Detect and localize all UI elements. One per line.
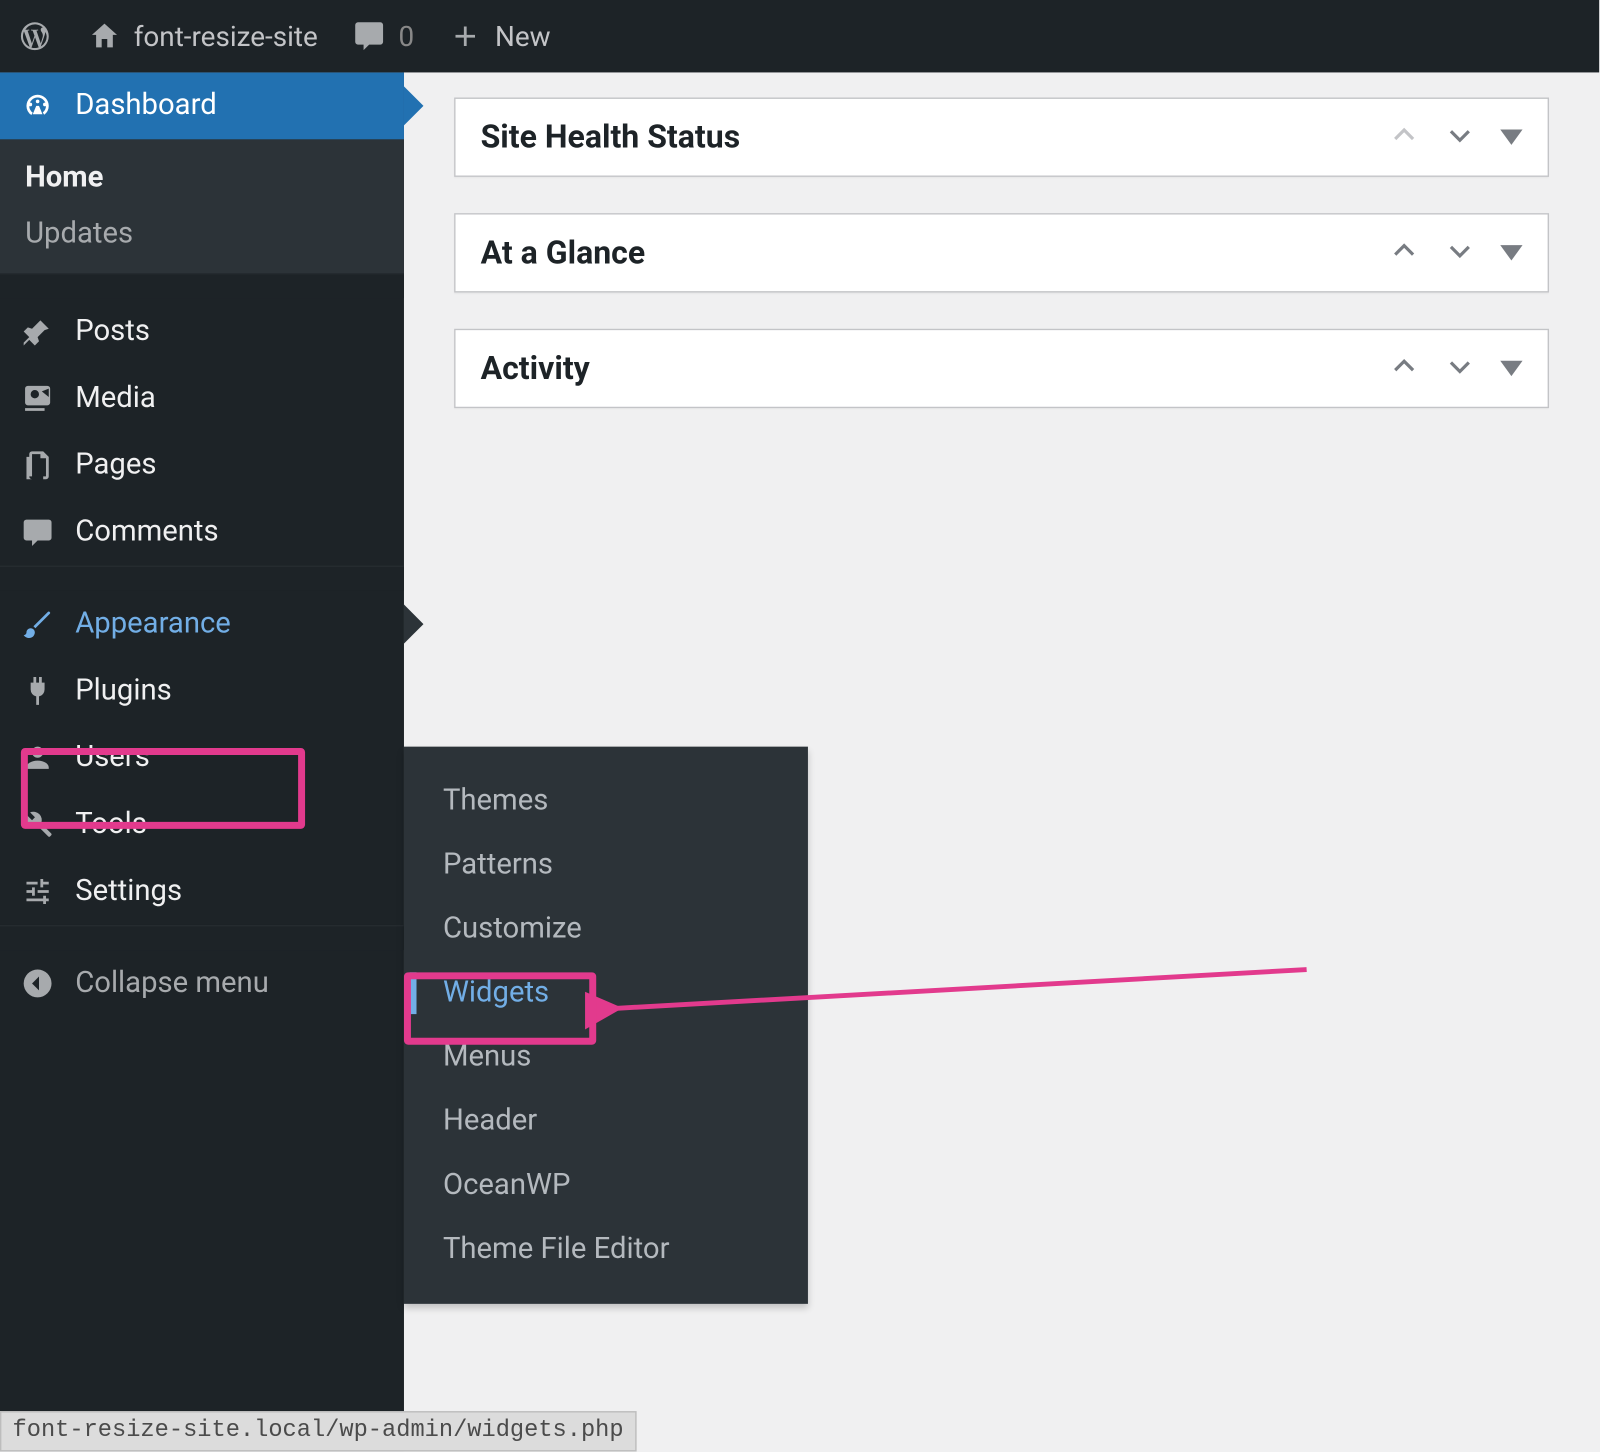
toggle-panel-button[interactable] — [1500, 361, 1522, 376]
flyout-themes[interactable]: Themes — [404, 769, 808, 833]
plugin-icon — [20, 674, 56, 707]
collapse-menu[interactable]: Collapse menu — [0, 950, 404, 1017]
comments-link[interactable]: 0 — [334, 0, 430, 72]
collapse-icon — [20, 967, 56, 1000]
brush-icon — [20, 607, 56, 640]
menu-separator — [0, 925, 404, 950]
flyout-widgets[interactable]: Widgets — [404, 961, 808, 1025]
menu-users[interactable]: Users — [0, 724, 404, 791]
submenu-updates[interactable]: Updates — [0, 206, 404, 262]
menu-label: Posts — [75, 315, 150, 348]
menu-label: Dashboard — [75, 89, 216, 122]
new-label: New — [495, 20, 551, 53]
menu-label: Comments — [75, 515, 218, 548]
current-arrow-icon — [404, 86, 424, 125]
wordpress-icon — [17, 20, 53, 53]
submenu-home[interactable]: Home — [0, 150, 404, 206]
move-up-button[interactable] — [1389, 350, 1420, 386]
flyout-patterns[interactable]: Patterns — [404, 833, 808, 897]
browser-status-bar: font-resize-site.local/wp-admin/widgets.… — [0, 1411, 636, 1451]
admin-bar: font-resize-site 0 New — [0, 0, 1599, 72]
home-icon — [86, 20, 122, 53]
menu-label: Appearance — [75, 607, 231, 640]
move-up-button[interactable] — [1389, 119, 1420, 155]
postbox-title: Site Health Status — [481, 118, 741, 156]
menu-label: Tools — [75, 808, 147, 841]
dashboard-submenu: Home Updates — [0, 139, 404, 273]
plus-icon — [448, 20, 484, 53]
site-link[interactable]: font-resize-site — [70, 0, 335, 72]
toggle-panel-button[interactable] — [1500, 130, 1522, 145]
flyout-header[interactable]: Header — [404, 1089, 808, 1153]
menu-appearance[interactable]: Appearance — [0, 591, 404, 658]
menu-label: Collapse menu — [75, 967, 269, 1000]
menu-label: Media — [75, 382, 156, 415]
comment-icon — [351, 20, 387, 53]
move-down-button[interactable] — [1445, 235, 1476, 271]
menu-label: Pages — [75, 449, 156, 482]
new-content[interactable]: New — [431, 0, 567, 72]
wrench-icon — [20, 808, 56, 841]
move-down-button[interactable] — [1445, 119, 1476, 155]
menu-comments[interactable]: Comments — [0, 499, 404, 566]
toggle-panel-button[interactable] — [1500, 245, 1522, 260]
flyout-label: Widgets — [443, 976, 549, 1009]
wp-logo[interactable] — [0, 0, 70, 72]
postbox-activity: Activity — [454, 329, 1549, 408]
menu-separator — [0, 566, 404, 591]
menu-label: Users — [75, 741, 150, 774]
menu-label: Settings — [75, 875, 182, 908]
pages-icon — [20, 449, 56, 482]
menu-media[interactable]: Media — [0, 365, 404, 432]
menu-label: Plugins — [75, 674, 171, 707]
postbox-at-a-glance: At a Glance — [454, 213, 1549, 292]
menu-settings[interactable]: Settings — [0, 858, 404, 925]
comments-count: 0 — [399, 20, 415, 53]
flyout-customize[interactable]: Customize — [404, 897, 808, 961]
move-down-button[interactable] — [1445, 350, 1476, 386]
flyout-arrow-icon — [404, 605, 424, 644]
flyout-menus[interactable]: Menus — [404, 1025, 808, 1089]
flyout-oceanwp[interactable]: OceanWP — [404, 1153, 808, 1217]
pin-icon — [20, 315, 56, 348]
admin-sidebar: Dashboard Home Updates Posts Media Pages — [0, 72, 404, 1451]
menu-tools[interactable]: Tools — [0, 791, 404, 858]
postbox-title: At a Glance — [481, 234, 646, 272]
postbox-title: Activity — [481, 350, 590, 388]
dashboard-icon — [20, 89, 56, 122]
menu-separator — [0, 273, 404, 298]
comment-icon — [20, 515, 56, 548]
site-name: font-resize-site — [134, 20, 318, 53]
sliders-icon — [20, 875, 56, 908]
menu-plugins[interactable]: Plugins — [0, 657, 404, 724]
active-marker — [410, 972, 417, 1014]
user-icon — [20, 741, 56, 774]
media-icon — [20, 382, 56, 415]
postbox-site-health: Site Health Status — [454, 98, 1549, 177]
menu-pages[interactable]: Pages — [0, 432, 404, 499]
menu-dashboard[interactable]: Dashboard — [0, 72, 404, 139]
menu-posts[interactable]: Posts — [0, 298, 404, 365]
move-up-button[interactable] — [1389, 235, 1420, 271]
flyout-theme-file-editor[interactable]: Theme File Editor — [404, 1217, 808, 1281]
appearance-flyout: Themes Patterns Customize Widgets Menus … — [404, 747, 808, 1304]
